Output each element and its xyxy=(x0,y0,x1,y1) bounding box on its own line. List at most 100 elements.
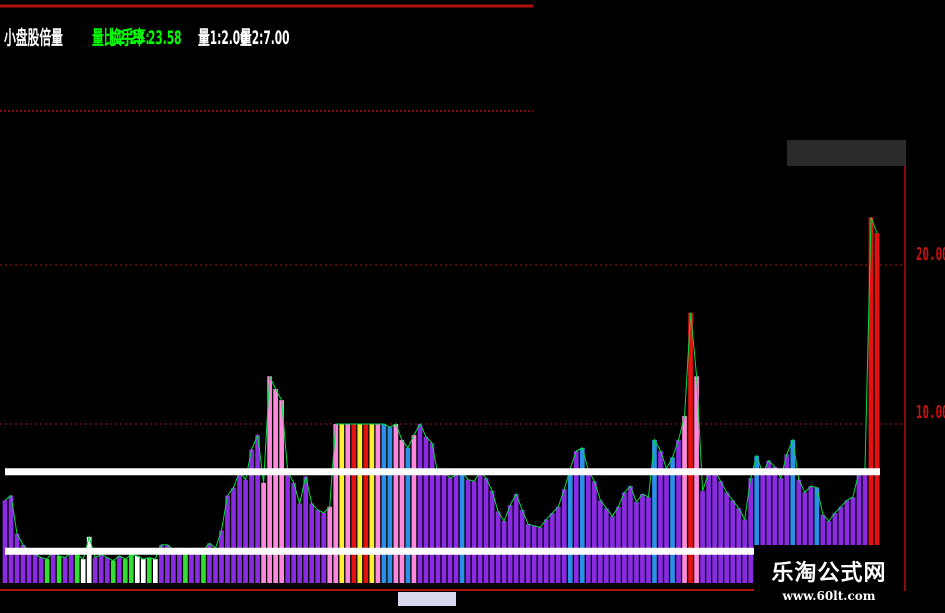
bar xyxy=(441,471,447,583)
bar xyxy=(537,527,543,583)
bar xyxy=(706,473,711,583)
bar xyxy=(471,481,477,583)
bar xyxy=(315,509,321,583)
bar xyxy=(303,476,309,583)
bar xyxy=(134,555,140,583)
bar xyxy=(351,424,357,583)
bar xyxy=(369,424,375,583)
bar xyxy=(459,471,465,583)
legend-block xyxy=(787,140,905,166)
bar xyxy=(453,474,459,583)
bar xyxy=(628,486,633,583)
bar xyxy=(381,424,387,583)
chart-panel: 小盘股倍量 量比: 2.23 换手率: 23.58 量1:2.00 量2:7.0… xyxy=(0,0,945,609)
bar xyxy=(622,492,627,583)
bar xyxy=(357,424,363,583)
bar xyxy=(237,471,242,583)
bar xyxy=(411,435,417,583)
bar xyxy=(183,554,188,583)
bar xyxy=(219,530,224,583)
bar xyxy=(146,557,152,583)
bar xyxy=(80,559,86,583)
bar xyxy=(399,439,405,583)
bar xyxy=(128,554,134,583)
bar xyxy=(2,500,8,583)
bar xyxy=(555,506,561,583)
bar xyxy=(291,482,297,583)
bar xyxy=(140,559,146,583)
bar xyxy=(387,427,393,583)
y-tick-label: 10.00 xyxy=(916,402,945,423)
bar xyxy=(652,439,657,583)
bar xyxy=(429,443,435,583)
bar xyxy=(688,312,693,583)
bar xyxy=(640,493,645,583)
bar xyxy=(682,416,687,583)
turnover-label: 换手率: xyxy=(110,27,150,49)
bar xyxy=(598,500,603,583)
bar xyxy=(664,468,669,583)
bar xyxy=(616,506,621,583)
bar xyxy=(110,560,116,583)
bar xyxy=(495,511,501,583)
bar xyxy=(477,471,483,583)
bar xyxy=(634,501,639,583)
bar xyxy=(592,481,597,583)
bar xyxy=(255,435,260,583)
bar xyxy=(405,447,411,583)
bar xyxy=(363,424,369,583)
bar xyxy=(32,554,38,583)
bar xyxy=(513,493,519,583)
bar xyxy=(189,551,194,583)
bar xyxy=(309,503,315,583)
y-tick-label: 20.00 xyxy=(916,244,945,265)
bar xyxy=(417,424,423,583)
bar xyxy=(327,506,333,583)
volume-chart xyxy=(0,4,906,606)
bar xyxy=(14,533,20,583)
bar xyxy=(297,503,303,583)
bar xyxy=(104,557,110,583)
bar xyxy=(748,478,754,583)
bar xyxy=(874,233,880,583)
watermark-title: 乐淘公式网 xyxy=(771,561,887,586)
bar xyxy=(718,481,723,583)
bar xyxy=(26,551,32,583)
date-marker xyxy=(398,592,456,606)
bar xyxy=(261,482,266,583)
bar xyxy=(435,474,441,583)
bar xyxy=(339,424,345,583)
bar xyxy=(604,508,609,583)
bar xyxy=(44,559,50,583)
bar xyxy=(50,551,56,583)
bar xyxy=(279,400,284,583)
bar xyxy=(700,490,705,583)
watermark: 乐淘公式网 www.60lt.com xyxy=(754,545,904,609)
bar xyxy=(712,470,717,583)
bar xyxy=(122,559,128,583)
bar xyxy=(231,487,236,583)
bar xyxy=(507,505,513,583)
bar xyxy=(68,552,74,583)
bar xyxy=(724,492,729,583)
bar xyxy=(646,497,651,583)
bar xyxy=(519,509,525,583)
bar xyxy=(38,557,44,583)
bar xyxy=(483,478,489,583)
bar xyxy=(375,424,381,583)
bar xyxy=(56,555,62,583)
bar xyxy=(153,559,158,583)
bar xyxy=(447,478,453,583)
bar xyxy=(92,557,98,583)
bar xyxy=(736,508,742,583)
bar xyxy=(670,457,675,583)
bar xyxy=(74,554,80,583)
bar xyxy=(345,424,351,583)
bar xyxy=(585,470,591,583)
indicator-name: 小盘股倍量 xyxy=(4,27,63,49)
bar xyxy=(561,489,567,583)
bar xyxy=(676,439,681,583)
series-line xyxy=(4,217,878,562)
watermark-url: www.60lt.com xyxy=(782,589,876,603)
bar xyxy=(393,424,399,583)
